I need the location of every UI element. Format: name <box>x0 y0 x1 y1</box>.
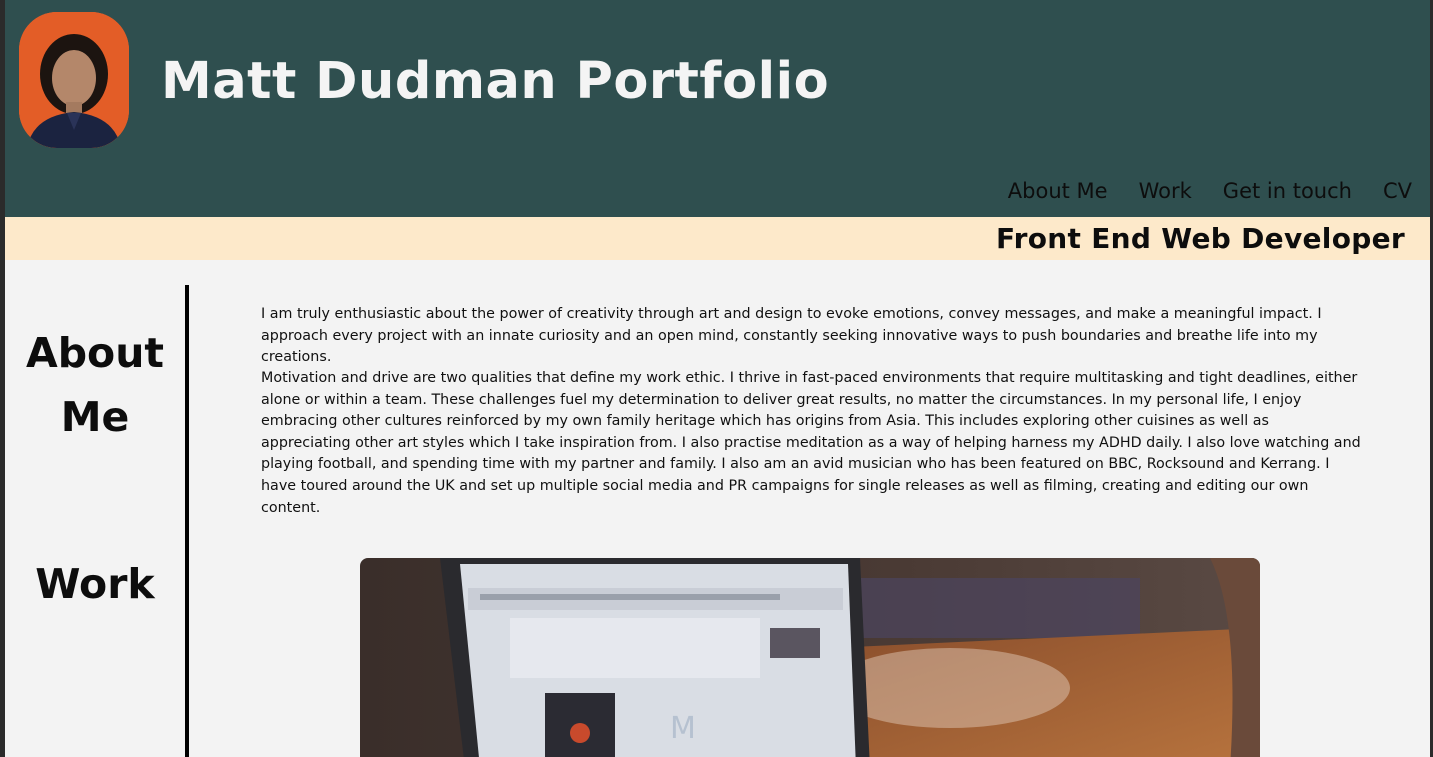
about-me-heading-line2: Me <box>60 393 130 441</box>
tagline-bar: Front End Web Developer <box>5 217 1430 260</box>
portfolio-page: Matt Dudman Portfolio About Me Work Get … <box>5 0 1430 757</box>
about-paragraph-1: I am truly enthusiastic about the power … <box>261 306 1322 366</box>
nav-link-work[interactable]: Work <box>1139 176 1192 206</box>
main-nav: About Me Work Get in touch CV <box>1008 176 1412 206</box>
nav-link-get-in-touch[interactable]: Get in touch <box>1223 176 1352 206</box>
svg-text:M: M <box>670 711 696 746</box>
section-divider <box>185 285 189 757</box>
avatar <box>19 12 129 148</box>
about-me-heading-line1: About <box>25 329 165 377</box>
work-image: M <box>360 558 1260 757</box>
about-paragraph-2: Motivation and drive are two qualities t… <box>261 370 1361 516</box>
site-title: Matt Dudman Portfolio <box>161 52 830 111</box>
nav-link-cv[interactable]: CV <box>1383 176 1412 206</box>
nav-link-about-me[interactable]: About Me <box>1008 176 1108 206</box>
laptop-photo: M <box>360 558 1260 757</box>
work-heading: Work <box>35 560 155 608</box>
profile-photo <box>19 12 129 148</box>
tagline: Front End Web Developer <box>995 222 1405 255</box>
site-header: Matt Dudman Portfolio About Me Work Get … <box>5 0 1430 217</box>
